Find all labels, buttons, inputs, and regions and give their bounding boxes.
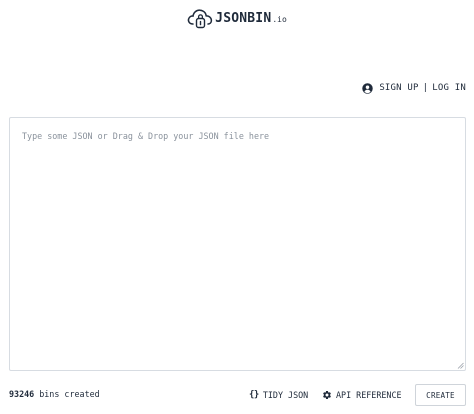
gear-icon xyxy=(323,391,331,399)
resize-handle[interactable] xyxy=(457,362,464,369)
api-reference-label: API REFERENCE xyxy=(336,390,402,400)
bins-count: 93246 xyxy=(9,389,35,399)
bins-created-counter: 93246 bins created xyxy=(9,389,100,399)
auth-separator: | xyxy=(422,83,429,93)
json-input[interactable] xyxy=(10,118,465,370)
json-editor xyxy=(9,117,466,371)
auth-links: SIGN UP | LOG IN xyxy=(362,81,466,95)
log-in-link[interactable]: LOG IN xyxy=(432,83,466,93)
user-circle-icon xyxy=(362,82,374,94)
cloud-lock-icon xyxy=(187,9,213,29)
brand-wordmark: JSONBIN .io xyxy=(215,11,287,26)
brand-logo[interactable]: JSONBIN .io xyxy=(0,7,474,29)
brand-tld: .io xyxy=(272,14,287,24)
brand-name: JSONBIN xyxy=(215,10,272,26)
create-button[interactable]: CREATE xyxy=(415,384,466,406)
tidy-json-label: TIDY JSON xyxy=(262,390,309,400)
api-reference-link[interactable]: API REFERENCE xyxy=(322,388,402,402)
sign-up-link[interactable]: SIGN UP xyxy=(379,83,418,93)
tidy-json-button[interactable]: {} TIDY JSON xyxy=(249,388,308,402)
braces-icon: {} xyxy=(249,390,259,400)
bins-label: bins created xyxy=(39,389,100,399)
